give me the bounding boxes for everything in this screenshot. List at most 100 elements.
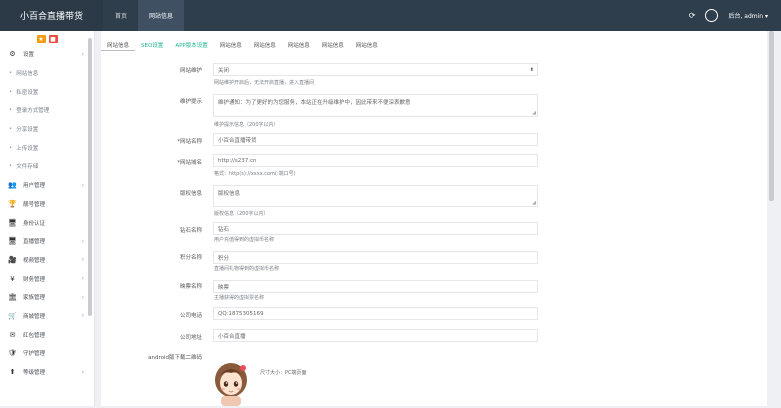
sidebar-item[interactable]: 🛡 守护管理 bbox=[0, 344, 94, 363]
bullet-icon: • bbox=[9, 70, 13, 77]
shield-icon: 🛡 bbox=[8, 349, 17, 358]
site-domain-help: 格式：http(s)://xxxx.com(:端口号) bbox=[214, 171, 296, 177]
sidebar-item[interactable]: 🖥 身份认证 bbox=[0, 213, 94, 232]
user-avatar[interactable] bbox=[705, 9, 719, 22]
maintenance-value: 关闭 bbox=[218, 67, 230, 74]
sidebar-item-label: 设置 bbox=[23, 52, 35, 59]
coin-name-input[interactable]: 映票 bbox=[213, 280, 538, 293]
sidebar-subitem[interactable]: • 分享设置 bbox=[0, 120, 94, 139]
maintenance-help: 网站维护开启后，无法开启直播，进入直播间 bbox=[214, 80, 315, 86]
sidebar-item[interactable]: 🏛 家族管理 › bbox=[0, 288, 94, 307]
page-scrollbar[interactable] bbox=[769, 31, 774, 201]
sidebar-item[interactable]: ✉ 红包管理 bbox=[0, 325, 94, 344]
copyright-value: 版权信息 bbox=[218, 191, 241, 197]
yen-icon: ¥ bbox=[10, 274, 15, 283]
coin-name-label: 映票名称 bbox=[179, 284, 202, 290]
sidebar-item[interactable]: ¥ 财务管理 › bbox=[0, 269, 94, 288]
tab-1[interactable]: SEO设置 bbox=[135, 39, 169, 51]
tab-3[interactable]: 网站信息 bbox=[214, 39, 248, 51]
points-name-help: 直播间礼物得到的虚拟币名称 bbox=[214, 266, 280, 272]
resize-handle-icon[interactable]: ◢ bbox=[532, 200, 536, 206]
star-badge[interactable]: ★ bbox=[36, 35, 46, 43]
sidebar-subitem[interactable]: • 私密设置 bbox=[0, 82, 94, 101]
sidebar-item-label: 身份认证 bbox=[23, 220, 46, 227]
site-name-input[interactable]: 小百合直播带货 bbox=[213, 133, 538, 146]
app-brand[interactable]: 小百合直播带货 bbox=[0, 0, 103, 31]
tab-4[interactable]: 网站信息 bbox=[248, 39, 282, 51]
sidebar-item-label: 分享设置 bbox=[16, 127, 39, 134]
chevron-right-icon: › bbox=[81, 50, 84, 58]
copyright-label: 版权信息 bbox=[179, 191, 202, 197]
sidebar-menu: ⚙ 设置 › • 网站信息 • 私密设置 • 登录方式管理 • 分享设置 • 上传设置 • 文件存储 👥 用户管… bbox=[0, 45, 94, 381]
chevron-right-icon: › bbox=[81, 293, 84, 301]
copyright-textarea[interactable]: 版权信息 ◢ bbox=[213, 185, 538, 207]
gear-icon: ⚙ bbox=[9, 50, 16, 59]
tab-6[interactable]: 网站信息 bbox=[316, 39, 350, 51]
points-name-input[interactable]: 积分 bbox=[213, 251, 538, 264]
diamond-name-input[interactable]: 钻石 bbox=[213, 222, 538, 235]
sidebar-subitem[interactable]: • 上传设置 bbox=[0, 138, 94, 157]
top-nav-home[interactable]: 首页 bbox=[104, 0, 138, 31]
sidebar-item-label: 用户管理 bbox=[23, 183, 46, 190]
sidebar-item-label: 等级管理 bbox=[23, 370, 46, 377]
user-menu[interactable]: 后台, admin ▾ bbox=[728, 11, 768, 20]
sidebar-item-label: 文件存储 bbox=[16, 164, 39, 171]
maintenance-select[interactable]: 关闭 ⬍ bbox=[213, 63, 538, 76]
sidebar-subitem[interactable]: • 文件存储 bbox=[0, 157, 94, 176]
site-domain-label: *网站域名 bbox=[177, 160, 202, 166]
tab-5[interactable]: 网站信息 bbox=[282, 39, 316, 51]
sidebar-item-label: 网站信息 bbox=[16, 71, 39, 78]
sidebar-item[interactable]: ⬆ 等级管理 › bbox=[0, 363, 94, 382]
sidebar-subitem[interactable]: • 网站信息 bbox=[0, 64, 94, 83]
sidebar-scrollbar[interactable] bbox=[88, 38, 92, 316]
select-caret-icon: ⬍ bbox=[529, 66, 534, 73]
tab-2[interactable]: APP版本设置 bbox=[169, 39, 213, 51]
refresh-icon[interactable]: ⟳ bbox=[689, 11, 696, 20]
address-input[interactable]: 小百合直播 bbox=[213, 329, 538, 342]
sidebar-item[interactable]: 🏆 靓号管理 bbox=[0, 195, 94, 214]
copyright-help: 版权信息（200字以内） bbox=[214, 211, 269, 217]
resize-handle-icon[interactable]: ◢ bbox=[532, 110, 536, 116]
qr-upload-image[interactable] bbox=[213, 360, 249, 406]
sidebar-item-label: 财务管理 bbox=[23, 276, 46, 283]
users-icon: 👥 bbox=[8, 181, 17, 190]
bullet-icon: • bbox=[9, 107, 13, 114]
tab-7[interactable]: 网站信息 bbox=[350, 39, 384, 51]
chevron-right-icon: › bbox=[81, 256, 84, 264]
coin-name-help: 主播获得的虚拟票名称 bbox=[214, 295, 265, 301]
sidebar-item[interactable]: 🖥 直播管理 › bbox=[0, 232, 94, 251]
maintenance-label: 网站维护 bbox=[179, 68, 202, 74]
bullet-icon: • bbox=[9, 144, 13, 151]
maintenance-notice-textarea[interactable]: 维护通知：为了更好的为您服务，本站正在升级维护中，因此带来不便深表歉意 ◢ bbox=[213, 94, 538, 117]
top-nav-site-info[interactable]: 网站信息 bbox=[138, 0, 185, 31]
sidebar-subitem[interactable]: • 登录方式管理 bbox=[0, 101, 94, 120]
diamond-name-help: 用户充值得到的虚拟币名称 bbox=[214, 237, 275, 243]
bullet-icon: • bbox=[9, 126, 13, 133]
bullet-icon: • bbox=[9, 163, 13, 170]
sidebar-item-label: 登录方式管理 bbox=[16, 108, 50, 115]
site-name-label: *网站名称 bbox=[177, 139, 202, 145]
bank-icon: 🏛 bbox=[8, 293, 17, 302]
top-nav: 首页 网站信息 bbox=[104, 0, 185, 31]
sidebar-item[interactable]: ⚙ 设置 › bbox=[0, 45, 94, 64]
sidebar: ★ ■ ⚙ 设置 › • 网站信息 • 私密设置 • 登录方式管理 • 分享设置 • 上传设置 • 文件存储… bbox=[0, 31, 95, 406]
monitor-icon: 🖥 bbox=[8, 218, 17, 227]
sidebar-item[interactable]: 🎥 视频管理 › bbox=[0, 251, 94, 270]
phone-label: 公司电话 bbox=[179, 313, 202, 319]
sidebar-item[interactable]: 🛒 商城管理 › bbox=[0, 307, 94, 326]
phone-input[interactable]: QQ:1875305169 bbox=[213, 307, 538, 320]
video-icon: 🎥 bbox=[8, 255, 17, 264]
trophy-icon: 🏆 bbox=[8, 199, 17, 208]
maintenance-notice-help: 维护提示信息（200字以内） bbox=[214, 122, 279, 128]
sidebar-item-label: 商城管理 bbox=[23, 313, 46, 320]
sidebar-item[interactable]: 👥 用户管理 › bbox=[0, 176, 94, 195]
sidebar-item-label: 直播管理 bbox=[23, 239, 46, 246]
square-badge[interactable]: ■ bbox=[48, 35, 58, 43]
qr-label: android版下载二维码 bbox=[148, 355, 202, 361]
site-domain-input[interactable]: http://s237.cn bbox=[213, 154, 538, 167]
sidebar-item-label: 上传设置 bbox=[16, 145, 39, 152]
tab-0[interactable]: 网站信息 bbox=[101, 39, 136, 51]
address-label: 公司地址 bbox=[179, 335, 202, 341]
settings-tabs: 网站信息 SEO设置 APP版本设置 网站信息 网站信息 网站信息 网站信息 网站信息 bbox=[101, 39, 384, 51]
sidebar-item-label: 守护管理 bbox=[23, 351, 46, 358]
